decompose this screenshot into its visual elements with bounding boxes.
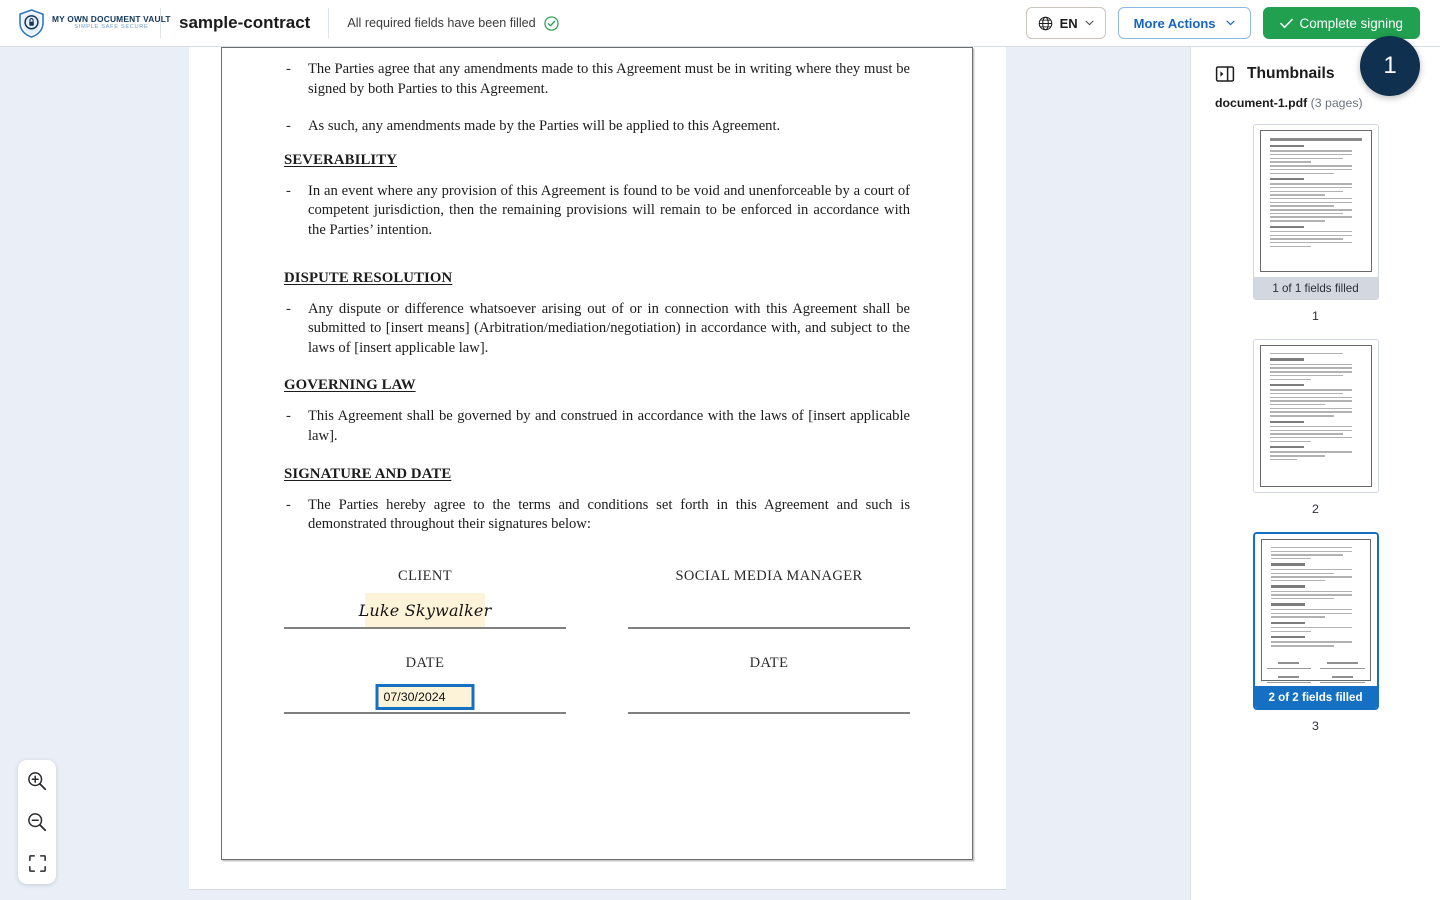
signature-slot: Luke Skywalker — [284, 591, 566, 627]
viewer-canvas: - The Parties agree that any amendments … — [189, 47, 1006, 890]
bullet-dash: - — [286, 408, 291, 425]
language-selector-button[interactable]: EN — [1025, 7, 1106, 39]
fit-screen-icon[interactable] — [25, 851, 49, 875]
bullet-text: The Parties hereby agree to the terms an… — [308, 496, 910, 533]
section-heading: DISPUTE RESOLUTION — [284, 269, 453, 286]
shield-lock-icon — [19, 8, 44, 38]
complete-signing-label: Complete signing — [1299, 15, 1403, 31]
chevron-down-icon — [1085, 20, 1094, 26]
thumbnail-fields-badge: 1 of 1 fields filled — [1253, 277, 1378, 299]
section-heading: SIGNATURE AND DATE — [284, 465, 452, 482]
complete-signing-button[interactable]: Complete signing — [1262, 7, 1420, 39]
page-content: - The Parties agree that any amendments … — [222, 48, 972, 535]
document-bullet: - As such, any amendments made by the Pa… — [284, 117, 910, 137]
thumbnail-card[interactable]: 1 of 1 fields filled — [1252, 124, 1379, 300]
bullet-text: Any dispute or difference whatsoever ari… — [308, 300, 910, 356]
step-badge-number: 1 — [1383, 52, 1397, 79]
logo-title: MY OWN DOCUMENT VAULT — [52, 13, 171, 24]
thumbnails-title: Thumbnails — [1247, 65, 1335, 82]
date-slot: 07/30/2024 — [284, 678, 566, 712]
more-actions-label: More Actions — [1133, 15, 1216, 31]
document-bullet: - The Parties hereby agree to the terms … — [284, 496, 910, 535]
chevron-down-icon — [1226, 20, 1235, 26]
header-actions: EN More Actions Complete signing — [1025, 7, 1440, 39]
date-label: DATE — [749, 655, 789, 671]
thumbnail-page-number: 3 — [1312, 719, 1319, 733]
zoom-controls — [18, 760, 56, 884]
date-field[interactable]: 07/30/2024 — [375, 684, 475, 710]
party-label: CLIENT — [398, 568, 452, 584]
document-bullet: - The Parties agree that any amendments … — [284, 60, 910, 99]
document-viewer: - The Parties agree that any amendments … — [0, 47, 1190, 900]
signature-slot[interactable] — [628, 591, 910, 627]
thumbnails-file-name: document-1.pdf — [1215, 96, 1308, 110]
bullet-dash: - — [286, 300, 291, 317]
bullet-dash: - — [286, 182, 291, 199]
fields-filled-label: All required fields have been filled — [347, 16, 536, 30]
thumbnail-page-number: 1 — [1312, 309, 1319, 323]
signature-value: Luke Skywalker — [358, 600, 492, 620]
document-title: sample-contract — [179, 13, 311, 32]
thumbnails-panel: Thumbnails document-1.pdf (3 pages) 1 of… — [1190, 47, 1440, 900]
fields-filled-status: All required fields have been filled — [329, 15, 559, 31]
date-slot[interactable] — [628, 678, 910, 712]
document-page[interactable]: - The Parties agree that any amendments … — [221, 47, 973, 860]
thumbnails-list: 1 of 1 fields filled 1 2 2 of 2 fields f… — [1191, 110, 1440, 733]
bullet-dash: - — [286, 496, 291, 513]
thumbnail-item[interactable]: 2 — [1191, 339, 1440, 516]
check-icon — [1279, 18, 1293, 28]
more-actions-button[interactable]: More Actions — [1117, 7, 1251, 39]
logo-tagline: SIMPLE SAFE SECURE — [74, 24, 149, 31]
thumbnail-preview — [1253, 125, 1378, 277]
thumbnail-preview — [1253, 340, 1378, 492]
panel-toggle-icon[interactable] — [1215, 64, 1235, 84]
bullet-text: As such, any amendments made by the Part… — [308, 118, 781, 135]
thumbnail-signature-row — [1263, 661, 1369, 690]
check-circle-icon — [543, 15, 559, 31]
bullet-text: The Parties agree that any amendments ma… — [308, 61, 910, 97]
document-bullet: - This Agreement shall be governed by an… — [284, 407, 910, 446]
step-badge: 1 — [1360, 36, 1420, 96]
thumbnail-item[interactable]: 2 of 2 fields filled 3 — [1191, 532, 1440, 733]
thumbnail-card-selected[interactable]: 2 of 2 fields filled — [1252, 532, 1379, 710]
signature-column-client: CLIENT Luke Skywalker DATE 07/30/2024 — [284, 568, 566, 714]
date-line — [628, 712, 910, 714]
section-heading: GOVERNING LAW — [284, 377, 416, 394]
section-heading: SEVERABILITY — [284, 151, 398, 168]
signature-field[interactable]: Luke Skywalker — [359, 593, 491, 627]
app-logo[interactable]: MY OWN DOCUMENT VAULT SIMPLE SAFE SECURE — [0, 8, 171, 38]
thumbnails-page-count: (3 pages) — [1310, 96, 1363, 110]
globe-icon — [1038, 16, 1052, 30]
document-bullet: - Any dispute or difference whatsoever a… — [284, 300, 910, 359]
date-line — [284, 712, 566, 714]
signature-column-manager: SOCIAL MEDIA MANAGER DATE — [628, 568, 910, 714]
document-bullet: - In an event where any provision of thi… — [284, 182, 910, 241]
party-label: SOCIAL MEDIA MANAGER — [675, 568, 863, 584]
bullet-dash: - — [286, 118, 291, 135]
thumbnail-page-number: 2 — [1312, 502, 1319, 516]
thumbnail-card[interactable] — [1252, 339, 1379, 493]
bullet-dash: - — [286, 61, 291, 77]
bullet-text: This Agreement shall be governed by and … — [308, 408, 910, 444]
date-value: 07/30/2024 — [383, 690, 446, 704]
zoom-out-icon[interactable] — [25, 810, 49, 834]
thumbnail-item[interactable]: 1 of 1 fields filled 1 — [1191, 124, 1440, 323]
language-label: EN — [1059, 15, 1078, 31]
date-label: DATE — [405, 655, 445, 671]
signature-block: CLIENT Luke Skywalker DATE 07/30/2024 SO… — [284, 568, 910, 714]
app-header: MY OWN DOCUMENT VAULT SIMPLE SAFE SECURE… — [0, 0, 1440, 47]
bullet-text: In an event where any provision of this … — [308, 182, 910, 238]
zoom-in-icon[interactable] — [25, 769, 49, 793]
thumbnail-preview — [1254, 534, 1377, 686]
